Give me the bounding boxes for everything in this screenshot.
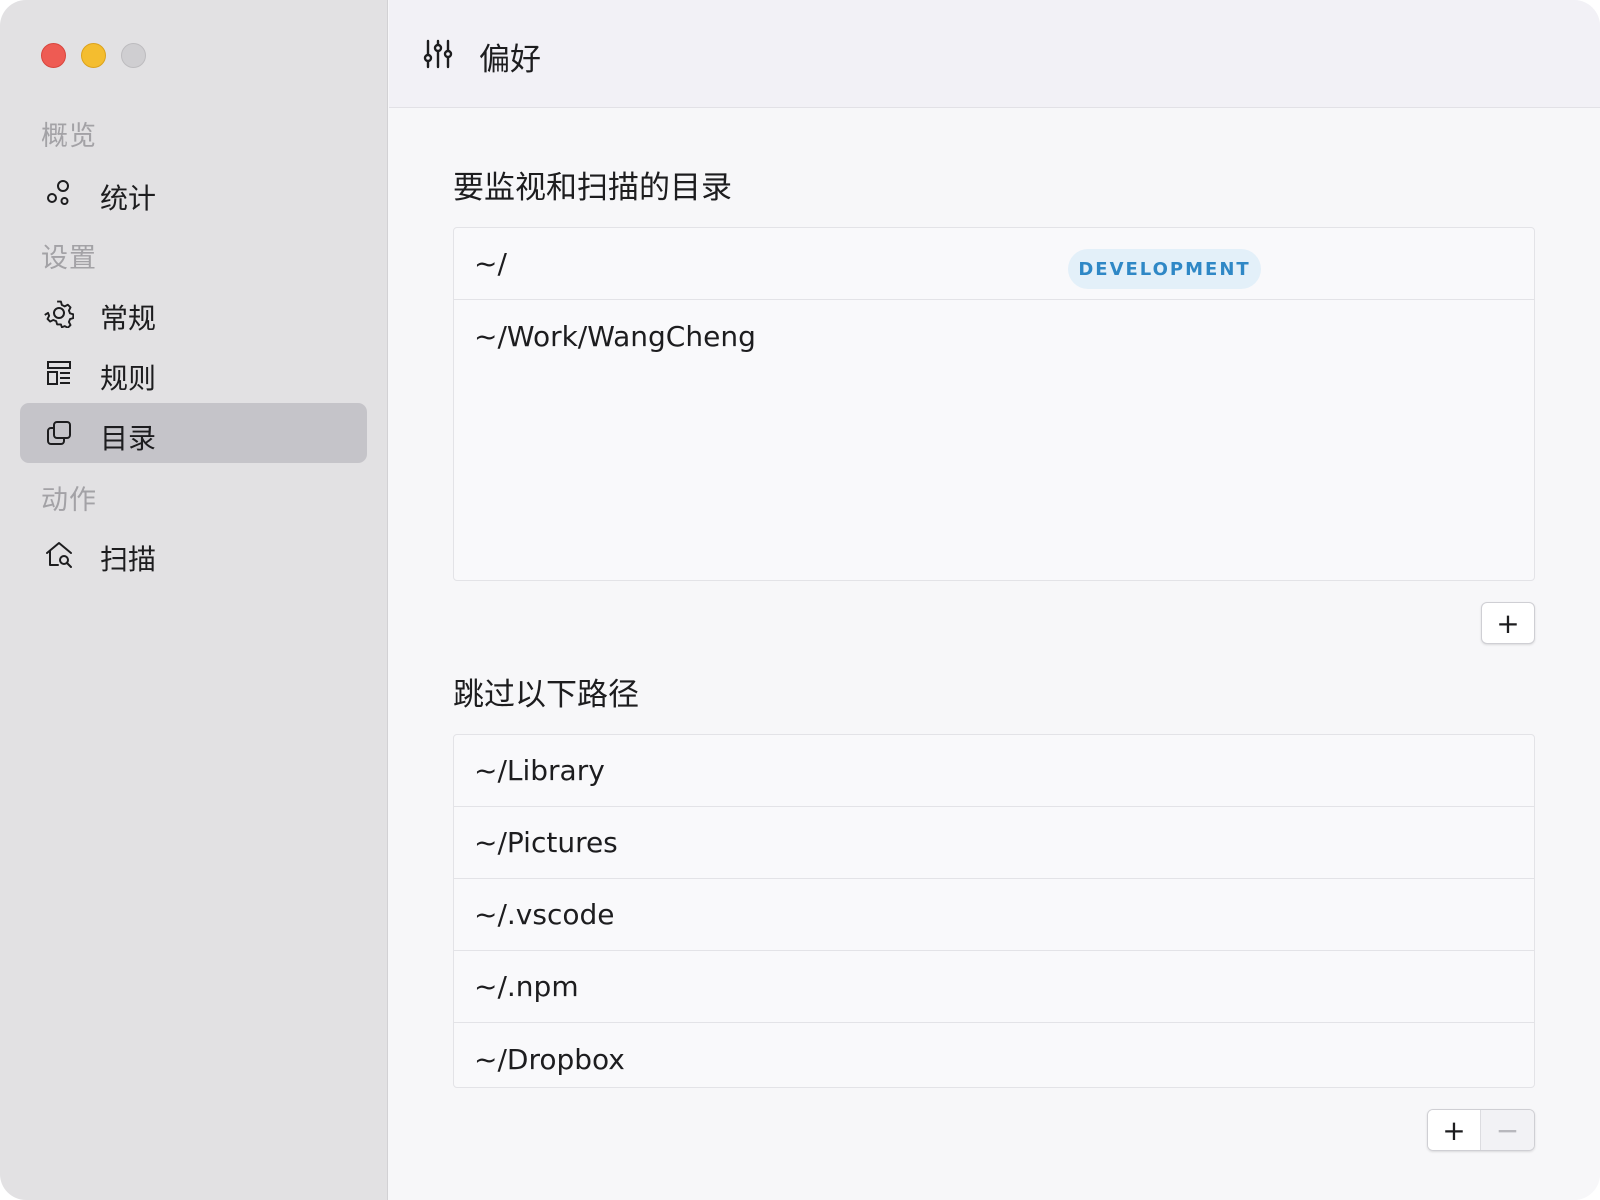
list-item[interactable]: ~/ DEVELOPMENT [454,228,1534,300]
skip-path: ~/Pictures [474,826,618,859]
sidebar-item-label: 目录 [100,422,157,455]
add-directory-button[interactable]: + [1481,602,1535,644]
sidebar-item-general[interactable]: 常规 [20,283,367,343]
skip-path-buttons: + − [1427,1109,1535,1151]
list-item[interactable]: ~/Work/WangCheng [454,300,1534,372]
stats-icon [44,178,74,208]
sidebar: 概览 统计 设置 常规 规则 目录 动作 扫描 [0,0,388,1200]
sidebar-item-label: 扫描 [100,543,157,576]
minimize-window-button[interactable] [81,43,106,68]
close-window-button[interactable] [41,43,66,68]
skip-path: ~/.vscode [474,898,615,931]
sidebar-item-label: 常规 [100,302,157,335]
list-item[interactable]: ~/.npm [454,951,1534,1023]
section-label-settings: 设置 [41,243,97,274]
monitor-heading: 要监视和扫描的目录 [453,170,732,206]
sliders-icon [422,38,454,70]
sidebar-item-stats[interactable]: 统计 [20,163,367,223]
list-item[interactable]: ~/.vscode [454,879,1534,951]
main-content: 偏好 要监视和扫描的目录 ~/ DEVELOPMENT ~/Work/WangC… [389,0,1600,1200]
gear-icon [44,298,74,328]
directory-path: ~/Work/WangCheng [474,319,756,353]
skip-path: ~/Library [474,754,605,787]
list-item[interactable]: ~/Pictures [454,807,1534,879]
traffic-lights [41,43,146,68]
skip-path-list[interactable]: ~/Library ~/Pictures ~/.vscode ~/.npm ~/… [453,734,1535,1088]
status-badge: DEVELOPMENT [1068,249,1261,289]
remove-skip-path-button[interactable]: − [1481,1110,1534,1150]
page-title: 偏好 [479,42,541,78]
section-label-overview: 概览 [41,121,97,152]
toolbar: 偏好 [389,0,1600,108]
sidebar-item-rules[interactable]: 规则 [20,343,367,403]
directory-path: ~/ [474,247,507,280]
sidebar-item-label: 规则 [100,362,157,395]
section-label-actions: 动作 [41,485,97,516]
list-item[interactable]: ~/Dropbox [454,1023,1534,1095]
monitor-directory-list[interactable]: ~/ DEVELOPMENT ~/Work/WangCheng [453,227,1535,581]
skip-path: ~/Dropbox [474,1042,625,1076]
skip-heading: 跳过以下路径 [453,677,639,713]
maximize-window-button[interactable] [121,43,146,68]
folders-icon [44,418,74,448]
skip-path: ~/.npm [474,970,579,1003]
sidebar-item-scan[interactable]: 扫描 [20,524,367,584]
sidebar-item-label: 统计 [100,182,157,215]
sidebar-item-directories[interactable]: 目录 [20,403,367,463]
preferences-window: 概览 统计 设置 常规 规则 目录 动作 扫描 偏好 要监视和扫描的目录 ~/ … [0,0,1600,1200]
add-skip-path-button[interactable]: + [1428,1110,1481,1150]
rules-icon [44,358,74,388]
scan-home-icon [44,539,74,569]
list-item[interactable]: ~/Library [454,735,1534,807]
